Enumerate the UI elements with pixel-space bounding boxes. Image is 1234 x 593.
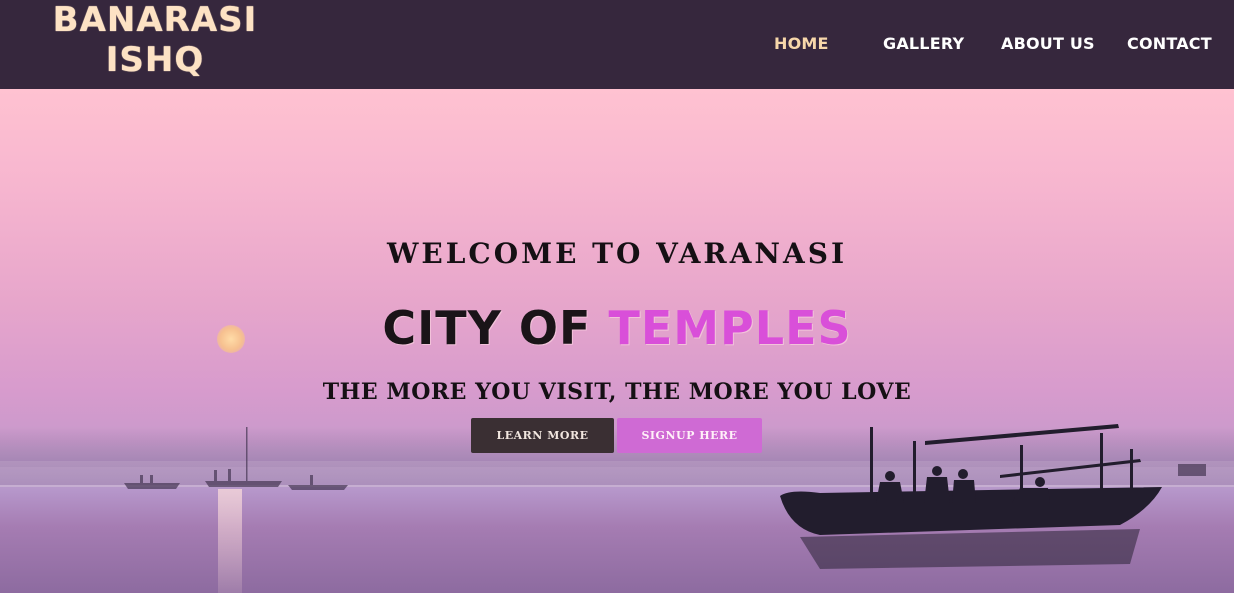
hero-title: CITY OF TEMPLES [0, 301, 1234, 355]
brand-line-2: ISHQ [105, 40, 205, 80]
hero-title-part1: CITY OF [382, 301, 609, 355]
signup-button[interactable]: SIGNUP HERE [617, 418, 762, 453]
brand-logo[interactable]: BANARASI ISHQ [40, 0, 270, 80]
welcome-heading: WELCOME TO VARANASI [386, 237, 848, 270]
brand-line-1: BANARASI [52, 0, 258, 40]
nav-home-link[interactable]: HOME [774, 34, 829, 53]
learn-more-button[interactable]: LEARN MORE [471, 418, 614, 453]
nav-about-link[interactable]: ABOUT US [1001, 34, 1095, 53]
hero-title-accent: TEMPLES [608, 301, 852, 355]
nav-contact-link[interactable]: CONTACT [1127, 34, 1212, 53]
hero-tagline: THE MORE YOU VISIT, THE MORE YOU LOVE [322, 379, 912, 405]
nav-gallery-link[interactable]: GALLERY [883, 34, 964, 53]
hero-section: WELCOME TO VARANASI CITY OF TEMPLES THE … [0, 89, 1234, 593]
top-navbar: BANARASI ISHQ HOME GALLERY ABOUT US CONT… [0, 0, 1234, 89]
